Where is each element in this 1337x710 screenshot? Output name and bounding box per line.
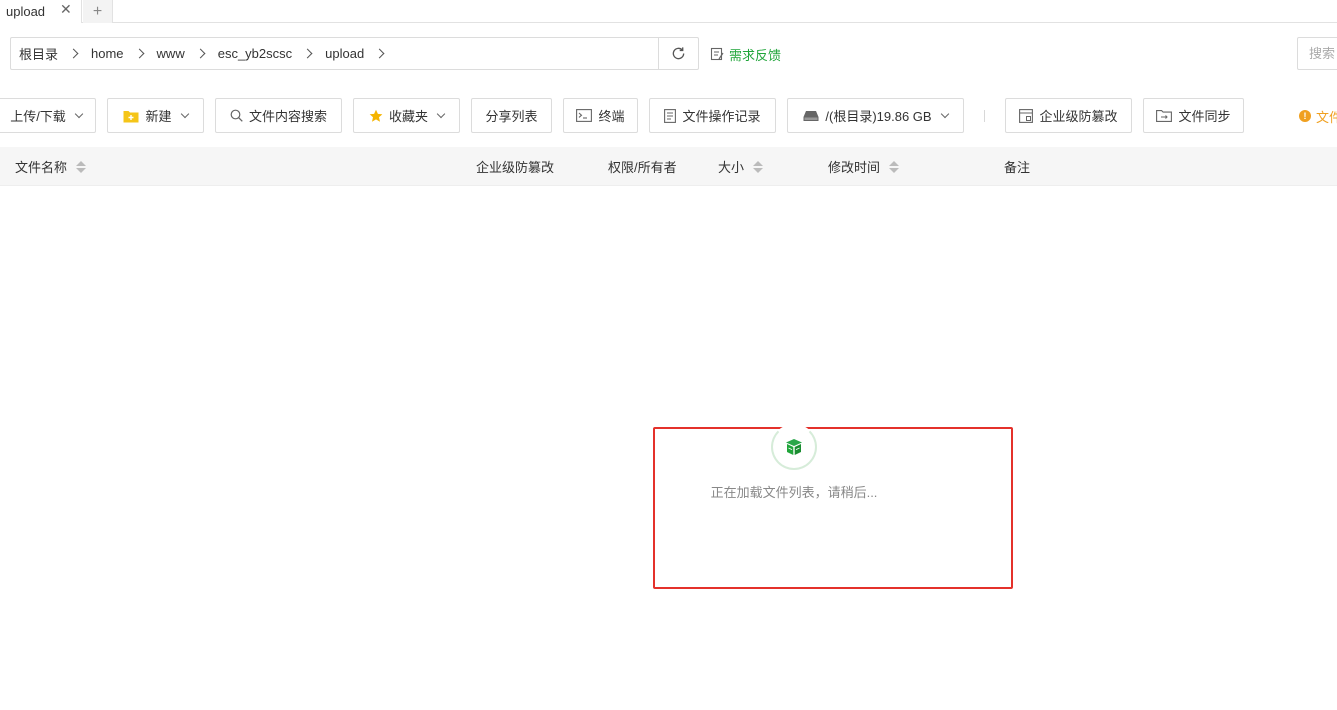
chevron-down-icon [436, 109, 446, 118]
column-header-name[interactable]: 文件名称 [15, 147, 87, 186]
column-label: 权限/所有者 [608, 160, 677, 175]
disk-icon [803, 110, 819, 121]
content-search-button[interactable]: 文件内容搜索 [215, 98, 342, 133]
column-header-mtime[interactable]: 修改时间 [828, 147, 900, 186]
button-label: 文件内容搜索 [248, 109, 327, 124]
column-label: 企业级防篡改 [476, 160, 555, 175]
terminal-button[interactable]: 终端 [563, 98, 638, 133]
loading-spinner [771, 424, 817, 470]
shield-window-icon [1019, 108, 1034, 123]
loading-message: 正在加载文件列表，请稍后... [710, 485, 878, 500]
chevron-right-icon [302, 48, 313, 59]
toolbar-divider [984, 110, 985, 122]
chevron-right-icon [195, 48, 206, 59]
column-label: 文件名称 [15, 160, 68, 175]
breadcrumb-label: home [91, 46, 124, 61]
button-label: /(根目录)19.86 GB [825, 109, 932, 124]
breadcrumb-item-www[interactable]: www [157, 46, 218, 61]
tab-label: upload [6, 4, 46, 19]
column-label: 修改时间 [828, 160, 881, 175]
notice-label: 文件 [1316, 109, 1337, 125]
column-label: 大小 [718, 160, 745, 175]
button-label: 上传/下载 [10, 109, 66, 124]
info-icon: ! [1299, 110, 1311, 122]
disk-select-button[interactable]: /(根目录)19.86 GB [787, 98, 964, 133]
chevron-right-icon [68, 48, 79, 59]
search-icon [230, 109, 243, 122]
highlight-box [653, 427, 1013, 589]
button-label: 收藏夹 [388, 109, 428, 124]
breadcrumb-item-root[interactable]: 根目录 [19, 44, 91, 63]
column-label: 备注 [1004, 160, 1031, 175]
feedback-label: 需求反馈 [729, 47, 782, 63]
chevron-right-icon [134, 48, 144, 59]
column-header-size[interactable]: 大小 [718, 147, 764, 186]
breadcrumb-item-upload[interactable]: upload [325, 46, 397, 61]
button-label: 企业级防篡改 [1039, 109, 1118, 124]
file-table-header: 文件名称 企业级防篡改 权限/所有者 大小 修改时间 备注 [0, 147, 1337, 186]
search-input[interactable] [1297, 37, 1337, 70]
chevron-right-icon [374, 48, 385, 59]
tamper-proof-button[interactable]: 企业级防篡改 [1005, 98, 1132, 133]
column-header-tamper: 企业级防篡改 [476, 147, 554, 186]
file-manager-page: upload ✕ + 根目录 home www esc_yb2scsc uplo… [0, 0, 1337, 710]
tab-upload[interactable]: upload ✕ [0, 0, 82, 23]
chevron-down-icon [180, 109, 189, 118]
document-icon [664, 108, 677, 123]
column-header-permission: 权限/所有者 [608, 147, 677, 186]
breadcrumb-item-site[interactable]: esc_yb2scsc [218, 46, 325, 61]
button-label: 分享列表 [485, 109, 538, 124]
breadcrumb-item-home[interactable]: home [91, 46, 157, 61]
column-header-remark: 备注 [1004, 147, 1030, 186]
refresh-button[interactable] [658, 37, 699, 70]
feedback-link[interactable]: 需求反馈 [710, 44, 781, 64]
button-label: 新建 [145, 109, 172, 124]
operation-log-button[interactable]: 文件操作记录 [649, 98, 776, 133]
button-label: 文件同步 [1178, 109, 1231, 124]
sort-icon[interactable] [753, 160, 764, 173]
favorites-button[interactable]: 收藏夹 [353, 98, 460, 133]
add-tab-button[interactable]: + [83, 0, 113, 23]
tab-bar: upload ✕ + [0, 0, 1337, 23]
button-label: 终端 [598, 109, 625, 124]
file-sync-button[interactable]: 文件同步 [1143, 98, 1244, 133]
edit-icon [710, 47, 724, 61]
share-list-button[interactable]: 分享列表 [471, 98, 552, 133]
folder-sync-icon [1156, 110, 1173, 122]
box-icon [786, 439, 802, 455]
breadcrumb-label: esc_yb2scsc [217, 46, 293, 61]
chevron-down-icon [940, 109, 949, 118]
breadcrumb-label: www [156, 46, 185, 61]
chevron-down-icon [74, 109, 84, 118]
breadcrumb-label: 根目录 [19, 47, 59, 62]
button-label: 文件操作记录 [682, 109, 761, 124]
breadcrumb[interactable]: 根目录 home www esc_yb2scsc upload [10, 37, 659, 70]
sort-icon[interactable] [889, 160, 900, 173]
new-button[interactable]: 新建 [107, 98, 204, 133]
star-icon [369, 109, 383, 122]
upload-download-button[interactable]: 上传/下载 [0, 98, 96, 133]
terminal-icon [576, 109, 593, 122]
close-icon[interactable]: ✕ [60, 1, 72, 18]
refresh-icon [672, 47, 685, 60]
notice-link[interactable]: ! 文件 [1299, 106, 1337, 126]
sort-icon[interactable] [76, 160, 87, 173]
breadcrumb-label: upload [325, 46, 365, 61]
new-folder-icon [123, 110, 139, 122]
